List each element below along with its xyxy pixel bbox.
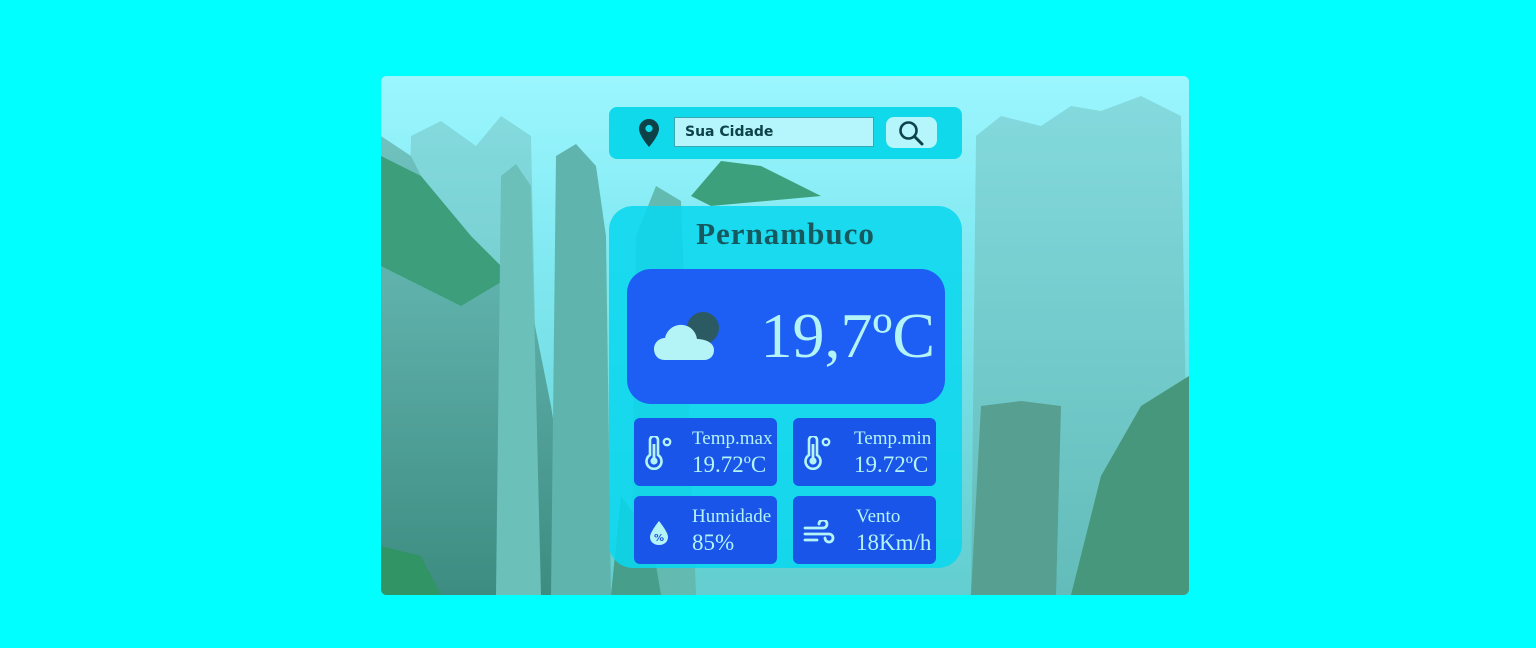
- humidity-drop-icon: %: [650, 521, 668, 545]
- cloud-night-icon: [654, 312, 719, 360]
- search-bar: [609, 107, 962, 159]
- temp-max-value: 19.72ºC: [692, 452, 767, 477]
- thermometer-icon: [804, 436, 831, 470]
- humidity-value: 85%: [692, 530, 735, 555]
- wind-value: 18Km/h: [856, 530, 932, 555]
- temp-max-label: Temp.max: [692, 428, 773, 449]
- humidity-tile: % Humidade 85%: [634, 496, 777, 564]
- search-icon: [899, 121, 924, 146]
- temp-min-label: Temp.min: [854, 428, 932, 449]
- svg-text:%: %: [654, 533, 664, 544]
- temp-max-tile: Temp.max 19.72ºC: [634, 418, 777, 486]
- wind-label: Vento: [856, 506, 901, 527]
- current-temperature: 19,7ºC: [760, 300, 935, 371]
- current-weather-panel: 19,7ºC: [627, 269, 945, 404]
- wind-tile: Vento 18Km/h: [793, 496, 936, 564]
- temp-min-value: 19.72ºC: [854, 452, 929, 477]
- city-name: Pernambuco: [696, 216, 875, 251]
- temp-min-tile: Temp.min 19.72ºC: [793, 418, 936, 486]
- weather-app: Pernambuco 19,7ºC Temp.max 19.72ºC: [381, 76, 1189, 595]
- search-button[interactable]: [886, 117, 937, 148]
- humidity-label: Humidade: [692, 506, 772, 527]
- location-pin-icon: [639, 119, 659, 147]
- weather-card: Pernambuco 19,7ºC Temp.max 19.72ºC Temp.…: [609, 206, 962, 568]
- wind-icon: [803, 520, 835, 544]
- thermometer-icon: [645, 436, 672, 470]
- city-search-input[interactable]: [674, 117, 874, 147]
